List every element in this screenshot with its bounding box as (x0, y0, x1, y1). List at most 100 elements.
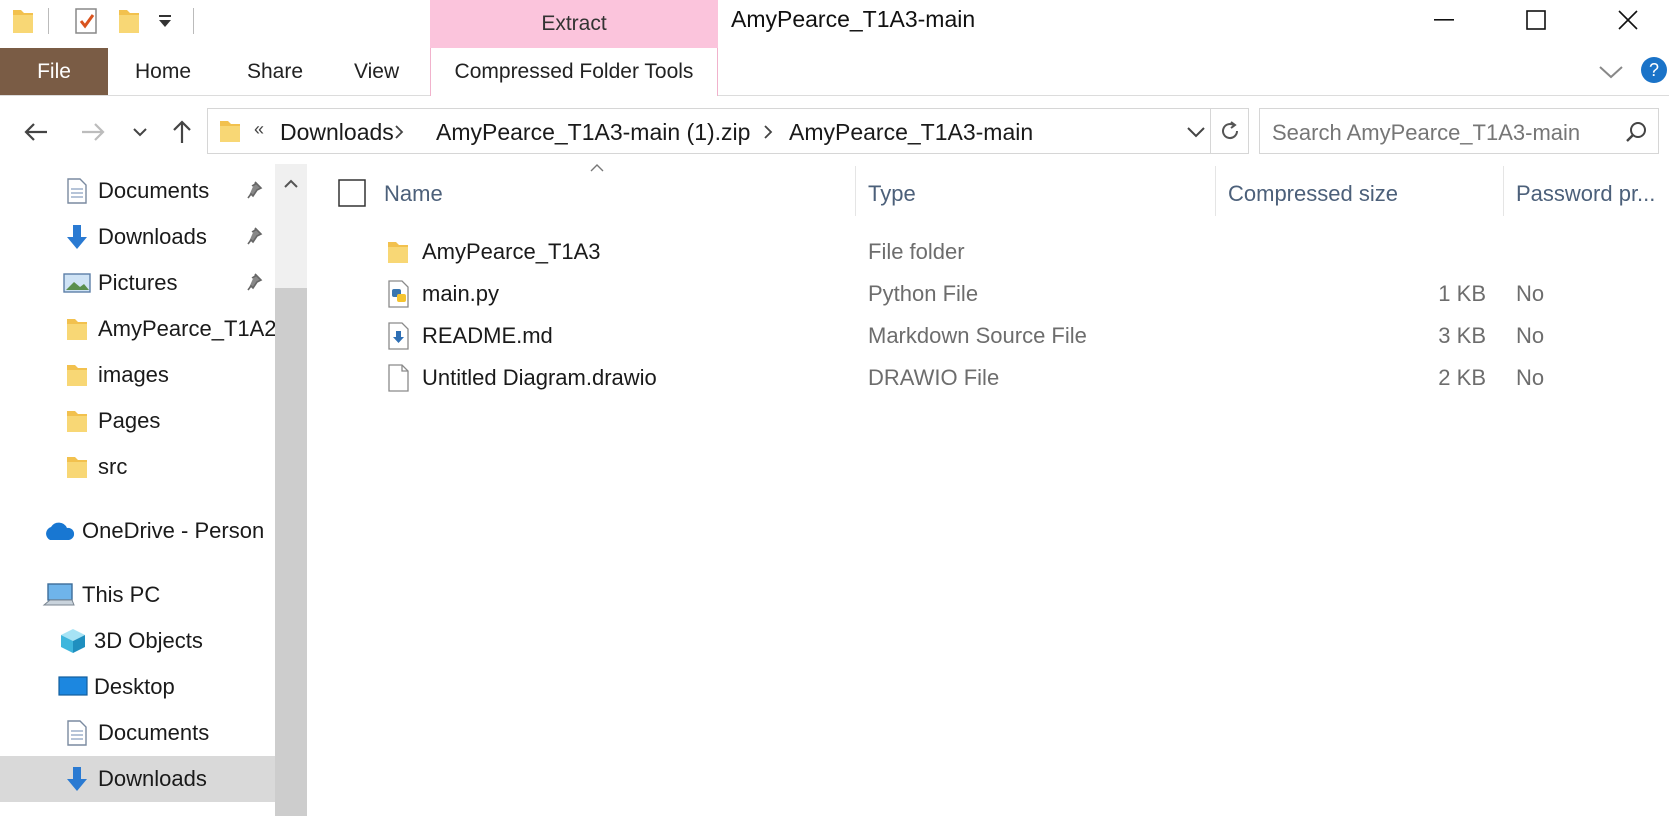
scrollbar-thumb[interactable] (275, 288, 307, 816)
new-folder-icon[interactable] (116, 6, 142, 41)
navigation-pane: Documents Downloads Pictures AmyPearce_T… (0, 164, 275, 816)
pin-icon[interactable] (246, 180, 264, 206)
breadcrumb-current[interactable]: AmyPearce_T1A3-main (789, 119, 1033, 146)
file-type: DRAWIO File (868, 365, 1000, 390)
expand-ribbon-chevron-icon[interactable] (1598, 60, 1624, 89)
pin-icon[interactable] (246, 226, 264, 252)
pictures-icon (62, 268, 92, 298)
file-password-protected: No (1516, 323, 1545, 348)
nav-item-downloads[interactable]: Downloads (0, 214, 275, 260)
file-name[interactable]: main.py (422, 274, 499, 314)
search-box[interactable]: Search AmyPearce_T1A3-main (1259, 108, 1659, 154)
nav-item-label: 3D Objects (94, 628, 203, 653)
nav-item-src[interactable]: src (0, 444, 275, 490)
download-arrow-icon (62, 764, 92, 794)
nav-item-desktop[interactable]: Desktop (0, 664, 275, 710)
folder-icon[interactable] (10, 6, 36, 41)
column-header-password-protected[interactable]: Password pr... (1516, 172, 1655, 216)
tab-compressed-folder-tools[interactable]: Compressed Folder Tools (430, 48, 718, 96)
nav-item-documents[interactable]: Documents (0, 168, 275, 214)
nav-item-label: Documents (98, 178, 210, 203)
folder-icon (62, 452, 92, 482)
file-row[interactable]: README.md Markdown Source File 3 KB No (320, 316, 1669, 356)
file-row[interactable]: Untitled Diagram.drawio DRAWIO File 2 KB… (320, 358, 1669, 398)
onedrive-cloud-icon (42, 516, 76, 546)
nav-item-label: Pages (98, 408, 161, 433)
nav-item-images[interactable]: images (0, 352, 275, 398)
file-type: File folder (868, 239, 965, 264)
tab-share[interactable]: Share (247, 48, 303, 95)
nav-item-onedrive[interactable]: OneDrive - Person (0, 508, 275, 554)
scroll-up-arrow-icon[interactable] (275, 164, 307, 204)
tab-home[interactable]: Home (135, 48, 191, 95)
customize-qat-dropdown-icon[interactable] (156, 12, 174, 35)
file-type: Markdown Source File (868, 323, 1087, 348)
column-divider[interactable] (1215, 166, 1216, 216)
column-header-name[interactable]: Name (384, 172, 443, 216)
breadcrumb-zip[interactable]: AmyPearce_T1A3-main (1).zip (436, 119, 750, 146)
back-button[interactable] (18, 114, 54, 150)
recent-locations-chevron-icon[interactable] (122, 114, 158, 150)
file-name[interactable]: README.md (422, 316, 553, 356)
search-icon[interactable] (1624, 120, 1648, 149)
nav-item-label: src (98, 454, 128, 479)
refresh-button[interactable] (1211, 108, 1249, 154)
column-header-type[interactable]: Type (868, 172, 916, 216)
breadcrumb-overflow[interactable]: « (254, 119, 264, 140)
folder-icon (62, 406, 92, 436)
nav-item-3d-objects[interactable]: 3D Objects (0, 618, 275, 664)
nav-item-downloads-pc[interactable]: Downloads (0, 756, 275, 802)
address-bar[interactable]: « Downloads AmyPearce_T1A3-main (1).zip … (207, 108, 1211, 154)
forward-button[interactable] (75, 114, 111, 150)
file-row[interactable]: main.py Python File 1 KB No (320, 274, 1669, 314)
3d-objects-icon (58, 626, 88, 656)
minimize-button[interactable] (1398, 0, 1490, 40)
qat-separator (193, 8, 194, 34)
maximize-button[interactable] (1490, 0, 1582, 40)
ribbon-tab-bar: File Home Share View Compressed Folder T… (0, 48, 1669, 96)
column-header-compressed-size[interactable]: Compressed size (1228, 172, 1398, 216)
address-history-chevron-icon[interactable] (1186, 125, 1206, 144)
help-icon[interactable]: ? (1640, 56, 1668, 89)
chevron-right-icon[interactable] (394, 124, 404, 145)
tab-view[interactable]: View (354, 48, 399, 95)
folder-icon (62, 360, 92, 390)
nav-item-label: Pictures (98, 270, 178, 295)
file-password-protected: No (1516, 281, 1545, 306)
file-compressed-size: 1 KB (1438, 281, 1486, 306)
sort-ascending-caret-icon (589, 160, 605, 178)
nav-pane-scrollbar[interactable] (275, 164, 307, 816)
nav-item-this-pc[interactable]: This PC (0, 572, 275, 618)
nav-item-documents-pc[interactable]: Documents (0, 710, 275, 756)
breadcrumb-downloads[interactable]: Downloads (280, 119, 394, 146)
search-input[interactable]: Search AmyPearce_T1A3-main (1272, 120, 1580, 146)
pin-icon[interactable] (246, 272, 264, 298)
nav-item-label: Documents (98, 720, 210, 745)
folder-icon (386, 232, 410, 272)
nav-item-label: OneDrive - Person (82, 518, 265, 543)
tab-file[interactable]: File (0, 48, 108, 95)
nav-item-pictures[interactable]: Pictures (0, 260, 275, 306)
nav-item-amypearce-t1a2[interactable]: AmyPearce_T1A2 (0, 306, 275, 352)
file-type: Python File (868, 281, 979, 306)
nav-item-label: This PC (82, 582, 161, 607)
download-arrow-icon (62, 222, 92, 252)
column-divider[interactable] (1503, 166, 1504, 216)
select-all-checkbox[interactable] (338, 179, 366, 212)
qat-separator (48, 8, 49, 34)
up-button[interactable] (164, 114, 200, 150)
column-divider[interactable] (855, 166, 856, 216)
file-password-protected: No (1516, 365, 1545, 390)
nav-item-label: images (98, 362, 169, 387)
file-row[interactable]: AmyPearce_T1A3 File folder (320, 232, 1669, 272)
file-name[interactable]: AmyPearce_T1A3 (422, 232, 601, 272)
file-name[interactable]: Untitled Diagram.drawio (422, 358, 657, 398)
chevron-right-icon[interactable] (763, 124, 773, 145)
window-title: AmyPearce_T1A3-main (731, 6, 976, 32)
properties-check-icon[interactable] (72, 6, 100, 41)
nav-item-pages[interactable]: Pages (0, 398, 275, 444)
markdown-file-icon (386, 316, 412, 356)
close-button[interactable] (1582, 0, 1669, 40)
nav-item-label: Downloads (98, 224, 207, 249)
file-compressed-size (1228, 232, 1486, 272)
